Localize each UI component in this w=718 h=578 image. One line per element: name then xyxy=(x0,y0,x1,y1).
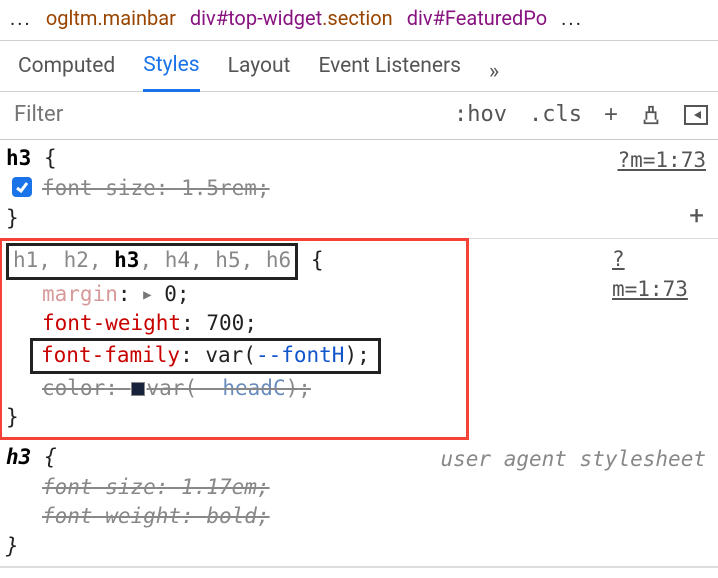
css-value[interactable]: 700 xyxy=(206,311,244,335)
css-var-ref[interactable]: --fontH xyxy=(256,343,345,367)
breadcrumb-item-3-tag: div xyxy=(407,6,433,30)
css-value[interactable]: 1.5rem xyxy=(181,176,257,200)
rule-source-link[interactable]: ?m=1:73 xyxy=(617,146,706,175)
css-property[interactable]: margin xyxy=(42,282,118,306)
color-swatch[interactable] xyxy=(131,382,145,396)
selector-highlight-box: h1, h2, h3, h4, h5, h6 xyxy=(6,243,298,279)
brace-open: { xyxy=(31,445,56,469)
css-declaration[interactable]: font-size: 1.5rem; xyxy=(6,174,708,203)
css-rule[interactable]: ?m=1:73 h1, h2, h3, h4, h5, h6 { margin:… xyxy=(0,239,468,438)
styles-pane: ?m=1:73 h3 { font-size: 1.5rem; } + ?m=1… xyxy=(0,140,718,568)
breadcrumb-item-3-id: FeaturedPo xyxy=(445,6,547,30)
shorthand-expand-icon[interactable]: ▶ xyxy=(143,286,151,306)
filter-input[interactable] xyxy=(10,98,454,131)
breadcrumb-item-1-class: ogltm.mainbar xyxy=(46,6,176,30)
selector-match: h3 xyxy=(6,445,31,469)
rule-source-link[interactable]: ?m=1:73 xyxy=(612,245,688,304)
brace-close: } xyxy=(6,206,19,230)
declaration-highlight-box: font-family: var(--fontH); xyxy=(30,338,381,373)
rule-source-label: user agent stylesheet xyxy=(440,445,706,474)
tab-event-listeners[interactable]: Event Listeners xyxy=(318,52,460,90)
tab-styles[interactable]: Styles xyxy=(143,51,199,92)
tab-overflow[interactable]: » xyxy=(489,59,499,84)
breadcrumb-item-2-class: section xyxy=(327,6,392,30)
css-property: font-weight xyxy=(42,504,181,528)
styles-toolbar-actions: :hov .cls + xyxy=(454,101,708,129)
css-value-func: var( xyxy=(147,376,198,400)
css-property: font-size xyxy=(42,475,156,499)
breadcrumb-item-2-tag: div xyxy=(190,6,216,30)
css-declaration: font-size: 1.17em; xyxy=(6,473,708,502)
selector-match: h3 xyxy=(114,248,139,272)
tab-computed[interactable]: Computed xyxy=(18,52,115,90)
css-property[interactable]: font-weight xyxy=(42,311,181,335)
css-declaration[interactable]: margin: ▶ 0; xyxy=(6,280,458,309)
rule-selector[interactable]: h1, h2, h3, h4, h5, h6 xyxy=(13,248,291,272)
selector-post: , h4, h5, h6 xyxy=(139,248,291,272)
rule-selector: h3 xyxy=(6,445,31,469)
toggle-sidebar-icon[interactable] xyxy=(684,105,708,125)
paint-brush-icon[interactable] xyxy=(640,104,662,126)
css-value: 1.17em xyxy=(181,475,257,499)
toggle-classes-button[interactable]: .cls xyxy=(529,102,582,127)
brace-close: } xyxy=(6,405,19,429)
css-property[interactable]: font-family xyxy=(41,343,180,367)
css-declaration[interactable]: color: var(--headC); xyxy=(6,374,458,403)
property-toggle-checkbox[interactable] xyxy=(12,177,32,197)
breadcrumb-item-1[interactable]: ogltm.mainbar xyxy=(46,6,176,30)
css-value[interactable]: 0 xyxy=(164,282,177,306)
css-rule-user-agent: user agent stylesheet h3 { font-size: 1.… xyxy=(0,439,718,568)
css-value: bold xyxy=(206,504,257,528)
css-declaration[interactable]: font-family: var(--fontH); xyxy=(6,338,458,373)
toggle-hover-button[interactable]: :hov xyxy=(454,102,507,127)
styles-tabbar: Computed Styles Layout Event Listeners » xyxy=(0,41,718,92)
selector-match: h3 xyxy=(6,146,31,170)
css-property[interactable]: font-size xyxy=(42,176,156,200)
css-property[interactable]: color xyxy=(42,376,105,400)
breadcrumb-overflow-right[interactable]: ... xyxy=(561,6,583,30)
css-var-ref[interactable]: --headC xyxy=(197,376,286,400)
breadcrumb: ... ogltm.mainbar div#top-widget.section… xyxy=(0,0,718,41)
css-value-func: var( xyxy=(205,343,256,367)
breadcrumb-overflow-left[interactable]: ... xyxy=(10,6,32,30)
rule-selector[interactable]: h3 xyxy=(6,146,31,170)
brace-open: { xyxy=(298,248,323,272)
css-declaration: font-weight: bold; xyxy=(6,502,708,531)
breadcrumb-item-3[interactable]: div#FeaturedPo xyxy=(407,6,547,30)
brace-open: { xyxy=(31,146,56,170)
new-style-rule-button[interactable]: + xyxy=(604,101,618,129)
breadcrumb-item-2-id: top-widget xyxy=(228,6,322,30)
css-rule[interactable]: ?m=1:73 h3 { font-size: 1.5rem; } + xyxy=(0,140,718,239)
tab-layout[interactable]: Layout xyxy=(228,52,291,90)
selector-pre: h1, h2, xyxy=(13,248,114,272)
styles-toolbar: :hov .cls + xyxy=(0,92,718,140)
css-declaration[interactable]: font-weight: 700; xyxy=(6,309,458,338)
css-value-close: ) xyxy=(344,343,357,367)
brace-close: } xyxy=(6,534,19,558)
breadcrumb-item-2[interactable]: div#top-widget.section xyxy=(190,6,393,30)
css-value-close: ) xyxy=(286,376,299,400)
add-declaration-button[interactable]: + xyxy=(689,198,704,234)
